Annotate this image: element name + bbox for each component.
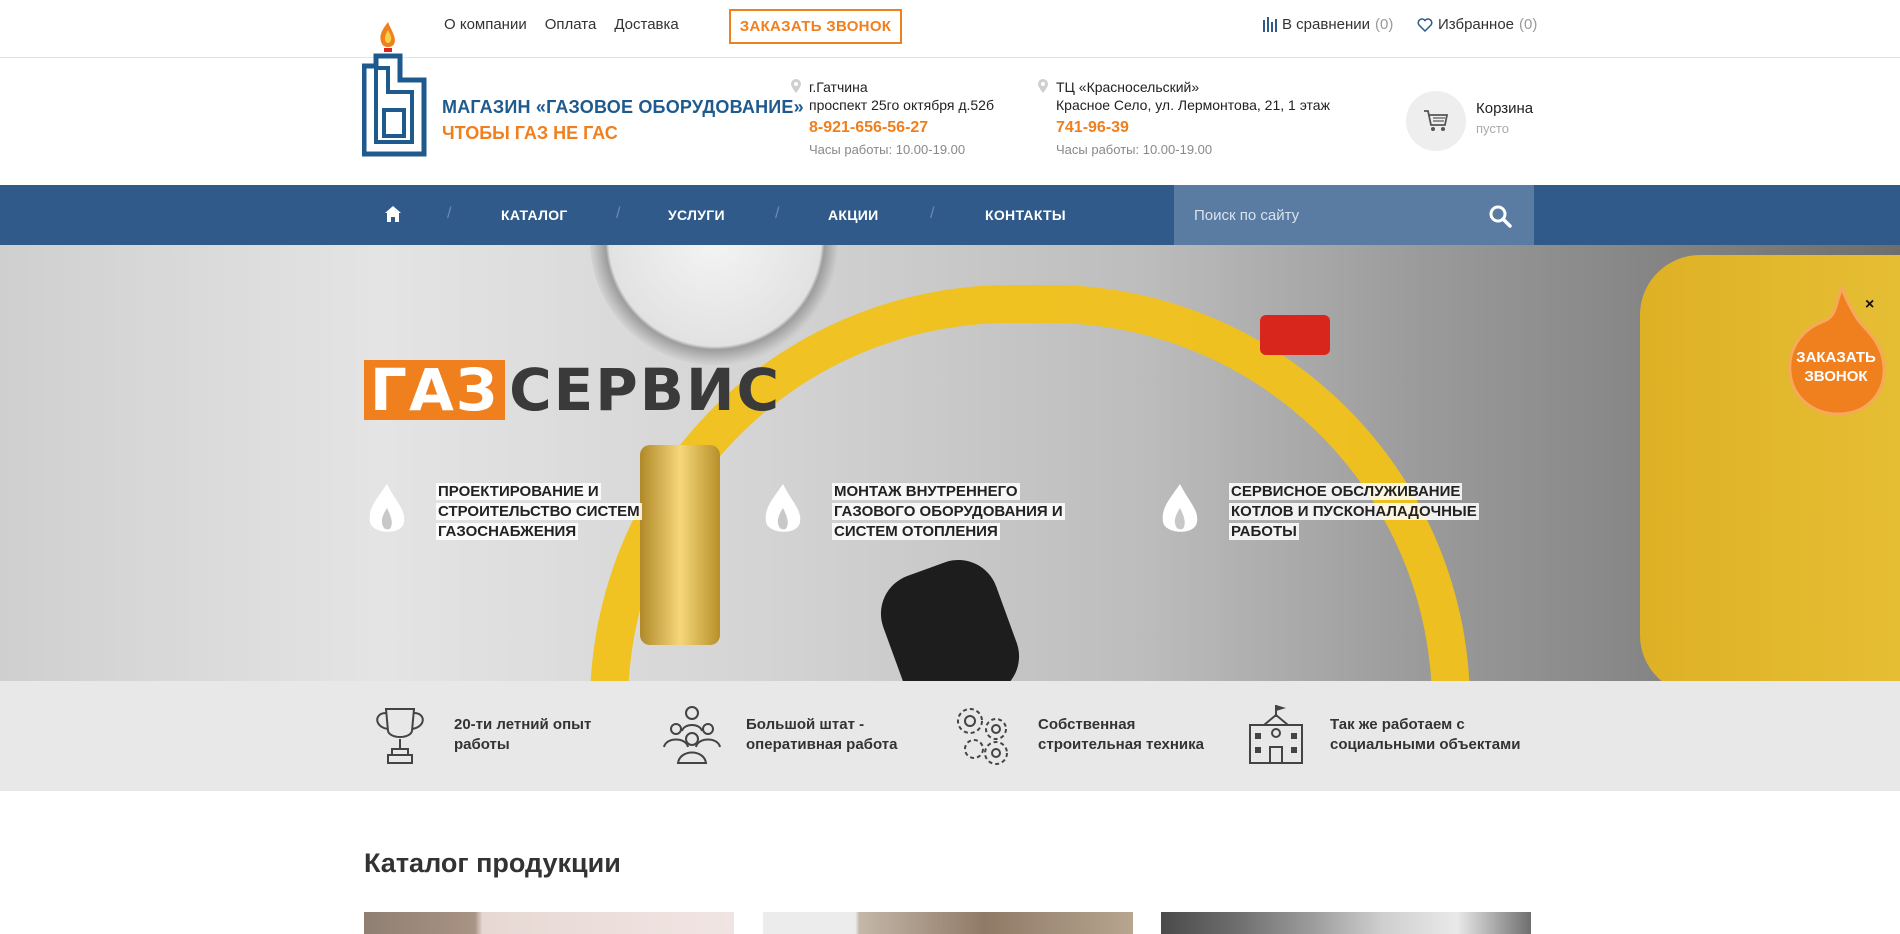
advantage-line: работы [454, 736, 510, 753]
store-hours: Часы работы: 10.00-19.00 [809, 142, 966, 157]
cart-label[interactable]: Корзина [1476, 100, 1533, 117]
store-krasnoe-selo: ТЦ «Красносельский» Красное Село, ул. Ле… [1038, 78, 1330, 159]
brass-fitting-image [640, 445, 720, 645]
nav-separator: / [447, 205, 452, 222]
gears-icon [957, 708, 1008, 765]
favorites-count: (0) [1519, 16, 1538, 33]
advantage-line: социальными объектами [1330, 736, 1521, 753]
nav-separator: / [616, 205, 621, 222]
location-pin-icon [1038, 79, 1048, 93]
store-gatchina: г.Гатчина проспект 25го октября д.52б 8-… [791, 78, 994, 159]
store-hours: Часы работы: 10.00-19.00 [1056, 142, 1213, 157]
cart-button[interactable] [1406, 91, 1466, 151]
location-pin-icon [791, 79, 801, 93]
compare-label: В сравнении [1282, 16, 1370, 33]
search-icon[interactable] [1488, 204, 1512, 228]
close-icon[interactable]: × [1865, 296, 1874, 314]
feature-text: МОНТАЖ ВНУТРЕННЕГО ГАЗОВОГО ОБОРУДОВАНИЯ… [832, 483, 1065, 540]
page: О компании Оплата Доставка ЗАКАЗАТЬ ЗВОН… [0, 0, 1900, 934]
school-icon [1249, 705, 1303, 764]
valve-image [1260, 315, 1330, 355]
store-phone[interactable]: 741-96-39 [1056, 119, 1330, 137]
main-nav: / КАТАЛОГ / УСЛУГИ / АКЦИИ / КОНТАКТЫ [0, 185, 1900, 245]
advantage-experience: 20-ти летний опыт работы [368, 703, 591, 767]
store-address: Красное Село, ул. Лермонтова, 21, 1 этаж [1056, 97, 1330, 113]
flame-icon [1162, 484, 1198, 532]
advantage-line: строительная техника [1038, 736, 1204, 753]
callback-line2: ЗВОНОК [1804, 368, 1868, 385]
feature-text: ПРОЕКТИРОВАНИЕ И СТРОИТЕЛЬСТВО СИСТЕМ ГА… [436, 483, 642, 540]
favorites-link[interactable]: Избранное (0) [1417, 16, 1537, 33]
advantages-strip: 20-ти летний опыт работы Большой штат - оп… [0, 681, 1900, 791]
link-delivery[interactable]: Доставка [614, 16, 678, 33]
trophy-icon [376, 708, 424, 764]
callback-line1: ЗАКАЗАТЬ [1796, 349, 1876, 366]
advantage-line: Большой штат - [746, 716, 865, 733]
catalog-card-image[interactable] [763, 912, 1133, 934]
nav-separator: / [930, 205, 935, 222]
top-bar: О компании Оплата Доставка ЗАКАЗАТЬ ЗВОН… [0, 0, 1900, 58]
nav-services[interactable]: УСЛУГИ [668, 207, 725, 223]
link-about[interactable]: О компании [444, 16, 527, 33]
compare-icon [1263, 17, 1277, 32]
link-payment[interactable]: Оплата [545, 16, 597, 33]
compare-link[interactable]: В сравнении (0) [1263, 16, 1393, 33]
nav-promotions[interactable]: АКЦИИ [828, 207, 879, 223]
gazservis-logo: ГАЗ СЕРВИС [364, 360, 781, 420]
search-box [1174, 185, 1534, 245]
advantage-line: Так же работаем с [1330, 716, 1465, 733]
catalog-card-image[interactable] [1161, 912, 1531, 934]
search-input[interactable] [1174, 185, 1474, 245]
flame-icon [369, 484, 405, 532]
home-icon[interactable] [384, 205, 402, 223]
brand-gaz: ГАЗ [364, 360, 506, 420]
advantage-line: Собственная [1038, 716, 1136, 733]
compare-count: (0) [1375, 16, 1394, 33]
top-links: О компании Оплата Доставка [444, 16, 679, 33]
heart-icon [1417, 17, 1433, 32]
store-address: проспект 25го октября д.52б [809, 97, 994, 113]
catalog-card-image[interactable] [364, 912, 734, 934]
store-city: г.Гатчина [809, 79, 868, 95]
feature-text: СЕРВИСНОЕ ОБСЛУЖИВАНИЕ КОТЛОВ И ПУСКОНАЛ… [1229, 483, 1479, 540]
flame-icon [765, 484, 801, 532]
catalog-title: Каталог продукции [364, 848, 621, 878]
nav-catalog[interactable]: КАТАЛОГ [501, 207, 568, 223]
order-call-button[interactable]: ЗАКАЗАТЬ ЗВОНОК [729, 9, 902, 44]
callback-widget[interactable]: ЗАКАЗАТЬ ЗВОНОК [1786, 348, 1886, 386]
team-icon [663, 706, 721, 764]
advantage-staff: Большой штат - оперативная работа [660, 703, 897, 767]
store-name: ТЦ «Красносельский» [1056, 79, 1200, 95]
cart-icon [1424, 110, 1449, 131]
logo-title: МАГАЗИН «ГАЗОВОЕ ОБОРУДОВАНИЕ» [442, 97, 804, 117]
hero-banner[interactable] [0, 245, 1900, 681]
nav-contacts[interactable]: КОНТАКТЫ [985, 207, 1066, 223]
cart-status: пусто [1476, 121, 1509, 136]
logo[interactable] [362, 18, 432, 158]
logo-slogan: ЧТОБЫ ГАЗ НЕ ГАС [442, 123, 618, 143]
advantage-line: 20-ти летний опыт [454, 716, 592, 733]
advantage-equipment: Собственная строительная техника [952, 703, 1204, 767]
store-phone[interactable]: 8-921-656-56-27 [809, 119, 994, 137]
advantage-line: оперативная работа [746, 736, 898, 753]
brand-servis: СЕРВИС [509, 356, 782, 424]
favorites-label: Избранное [1438, 16, 1515, 33]
advantage-social: Так же работаем с социальными объектами [1244, 703, 1520, 767]
nav-separator: / [775, 205, 780, 222]
